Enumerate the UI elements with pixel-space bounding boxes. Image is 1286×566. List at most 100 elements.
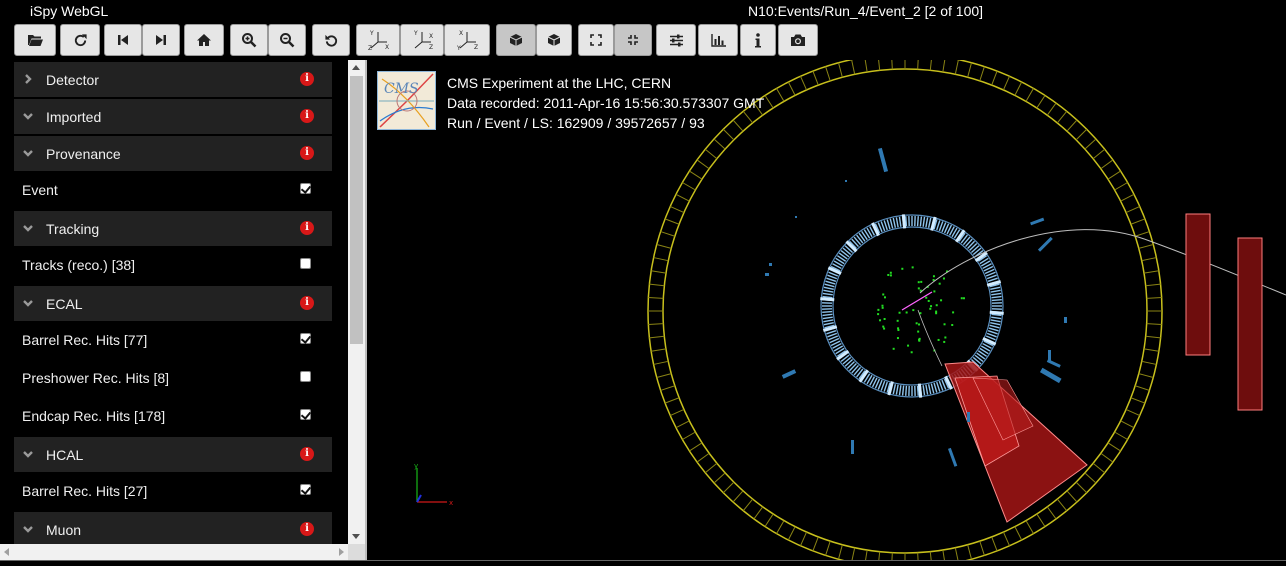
- view-yx-button[interactable]: YXZ: [356, 24, 400, 56]
- item-label: Event: [22, 182, 58, 198]
- reload-button[interactable]: [60, 24, 100, 56]
- tracker-hits: [877, 266, 965, 353]
- chevron-down-icon: [22, 297, 34, 309]
- info-badge-icon[interactable]: i: [300, 146, 314, 160]
- camera-icon: [790, 33, 806, 47]
- visibility-checkbox[interactable]: [300, 333, 311, 344]
- cms-logo: CMS: [377, 71, 436, 130]
- item-label: Tracks (reco.) [38]: [22, 257, 135, 273]
- section-header-ecal[interactable]: ECAL i: [14, 286, 332, 321]
- axes-gizmo: y x: [407, 460, 457, 510]
- screenshot-button[interactable]: [778, 24, 818, 56]
- previous-event-button[interactable]: [104, 24, 142, 56]
- visibility-checkbox[interactable]: [300, 258, 311, 269]
- tree-item-event: Event: [14, 172, 332, 208]
- chevron-down-icon: [22, 110, 34, 122]
- section-header-tracking[interactable]: Tracking i: [14, 211, 332, 246]
- scroll-left-arrow-icon[interactable]: [4, 548, 9, 556]
- status-strip: [0, 560, 1286, 566]
- scroll-down-arrow-icon[interactable]: [352, 534, 360, 539]
- sidebar-horizontal-scrollbar[interactable]: [0, 544, 348, 560]
- section-header-provenance[interactable]: Provenance i: [14, 136, 332, 171]
- item-label: Barrel Rec. Hits [77]: [22, 332, 147, 348]
- table-view-button[interactable]: [698, 24, 738, 56]
- info-badge-icon[interactable]: i: [300, 221, 314, 235]
- item-label: Barrel Rec. Hits [27]: [22, 483, 147, 499]
- sliders-icon: [669, 34, 684, 47]
- reset-view-button[interactable]: [312, 24, 350, 56]
- muon-chamber: [1238, 238, 1262, 410]
- tree-item-ecal-endcap: Endcap Rec. Hits [178]: [14, 398, 332, 434]
- section-header-muon[interactable]: Muon i: [14, 512, 332, 544]
- run-event-ls-label: Run / Event / LS: 162909 / 39572657 / 93: [447, 113, 764, 133]
- data-recorded-label: Data recorded: 2011-Apr-16 15:56:30.5733…: [447, 93, 764, 113]
- view-yz-button[interactable]: X Y Z: [444, 24, 490, 56]
- scrollbar-thumb[interactable]: [350, 76, 363, 344]
- svg-text:CMS: CMS: [384, 81, 419, 97]
- expand-icon: [590, 34, 602, 46]
- visibility-checkbox[interactable]: [300, 409, 311, 420]
- zoom-in-icon: [241, 32, 257, 48]
- svg-text:Z: Z: [429, 44, 433, 51]
- visibility-checkbox[interactable]: [300, 371, 311, 382]
- info-badge-icon[interactable]: i: [300, 447, 314, 461]
- zoom-out-button[interactable]: [268, 24, 306, 56]
- section-label: Imported: [46, 109, 101, 125]
- outer-detector-ring: [648, 60, 1162, 560]
- toolbar: YXZ YXZ X Y Z: [0, 21, 1286, 60]
- settings-button[interactable]: [656, 24, 696, 56]
- perspective-button[interactable]: [496, 24, 536, 56]
- svg-text:Y: Y: [456, 45, 461, 51]
- tree-item-ecal-barrel: Barrel Rec. Hits [77]: [14, 322, 332, 358]
- visibility-checkbox[interactable]: [300, 183, 311, 194]
- svg-text:Z: Z: [474, 44, 478, 51]
- section-header-imported[interactable]: Imported i: [14, 99, 332, 134]
- zoom-out-icon: [279, 32, 295, 48]
- fullscreen-button[interactable]: [578, 24, 614, 56]
- inner-detector-ring: [663, 69, 1147, 553]
- info-badge-icon[interactable]: i: [300, 296, 314, 310]
- section-label: Tracking: [46, 221, 99, 237]
- reload-icon: [73, 33, 88, 48]
- home-view-button[interactable]: [184, 24, 224, 56]
- open-file-button[interactable]: [14, 24, 56, 56]
- muon-chamber: [1186, 214, 1210, 355]
- sidebar-vertical-scrollbar[interactable]: [348, 60, 365, 544]
- title-bar: iSpy WebGL N10:Events/Run_4/Event_2 [2 o…: [0, 0, 1286, 22]
- exit-fullscreen-button[interactable]: [614, 24, 652, 56]
- orthographic-button[interactable]: [536, 24, 572, 56]
- event-display-canvas[interactable]: CMS CMS Experiment at the LHC, CERN Data…: [367, 60, 1286, 560]
- section-label: Muon: [46, 522, 81, 538]
- zoom-in-button[interactable]: [230, 24, 268, 56]
- scroll-right-arrow-icon[interactable]: [339, 548, 344, 556]
- app-title: iSpy WebGL: [30, 3, 108, 19]
- info-badge-icon[interactable]: i: [300, 522, 314, 536]
- sidebar-tree: Detector i Imported i Provenance i Event…: [0, 60, 348, 544]
- svg-text:y: y: [414, 462, 418, 470]
- about-button[interactable]: [740, 24, 776, 56]
- svg-text:x: x: [449, 499, 453, 507]
- chevron-down-icon: [22, 222, 34, 234]
- section-label: Detector: [46, 72, 99, 88]
- scrollbar-corner: [348, 544, 365, 560]
- scroll-up-arrow-icon[interactable]: [352, 65, 360, 70]
- axes-yz-icon: X Y Z: [455, 29, 479, 51]
- info-badge-icon[interactable]: i: [300, 109, 314, 123]
- section-label: ECAL: [46, 296, 83, 312]
- next-event-button[interactable]: [142, 24, 180, 56]
- event-title: N10:Events/Run_4/Event_2 [2 of 100]: [748, 3, 983, 19]
- chevron-down-icon: [22, 523, 34, 535]
- event-info-overlay: CMS Experiment at the LHC, CERN Data rec…: [447, 73, 764, 133]
- view-xz-button[interactable]: YXZ: [400, 24, 444, 56]
- step-backward-icon: [117, 34, 129, 46]
- info-badge-icon[interactable]: i: [300, 72, 314, 86]
- info-icon: [754, 33, 762, 48]
- detector-scene[interactable]: [367, 60, 1286, 560]
- section-header-hcal[interactable]: HCAL i: [14, 437, 332, 472]
- section-header-detector[interactable]: Detector i: [14, 62, 332, 97]
- folder-open-icon: [27, 33, 43, 47]
- compress-icon: [627, 34, 639, 46]
- item-label: Preshower Rec. Hits [8]: [22, 370, 169, 386]
- visibility-checkbox[interactable]: [300, 484, 311, 495]
- svg-text:X: X: [459, 30, 463, 37]
